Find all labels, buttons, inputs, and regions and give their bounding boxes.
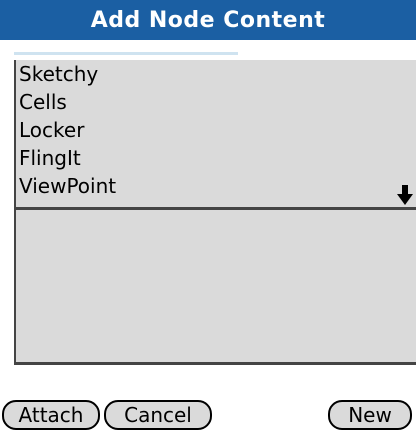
content-list[interactable]: Sketchy Cells Locker FlingIt ViewPoint xyxy=(14,60,416,210)
scroll-down-arrow-icon[interactable] xyxy=(396,184,414,206)
list-item-locker[interactable]: Locker xyxy=(19,116,84,144)
list-item-cells[interactable]: Cells xyxy=(19,88,67,116)
cancel-button-label: Cancel xyxy=(124,403,192,427)
preview-divider xyxy=(16,362,416,365)
page-title: Add Node Content xyxy=(90,7,326,33)
cancel-button[interactable]: Cancel xyxy=(104,400,212,430)
content-preview-area xyxy=(14,210,416,365)
list-item-sketchy[interactable]: Sketchy xyxy=(19,60,98,88)
title-bar: Add Node Content xyxy=(0,0,416,40)
attach-button-label: Attach xyxy=(18,403,84,427)
title-underline xyxy=(14,52,238,55)
new-button-label: New xyxy=(348,403,392,427)
list-item-flingit[interactable]: FlingIt xyxy=(19,144,81,172)
list-item-viewpoint[interactable]: ViewPoint xyxy=(19,172,116,200)
attach-button[interactable]: Attach xyxy=(2,400,100,430)
new-button[interactable]: New xyxy=(328,400,412,430)
